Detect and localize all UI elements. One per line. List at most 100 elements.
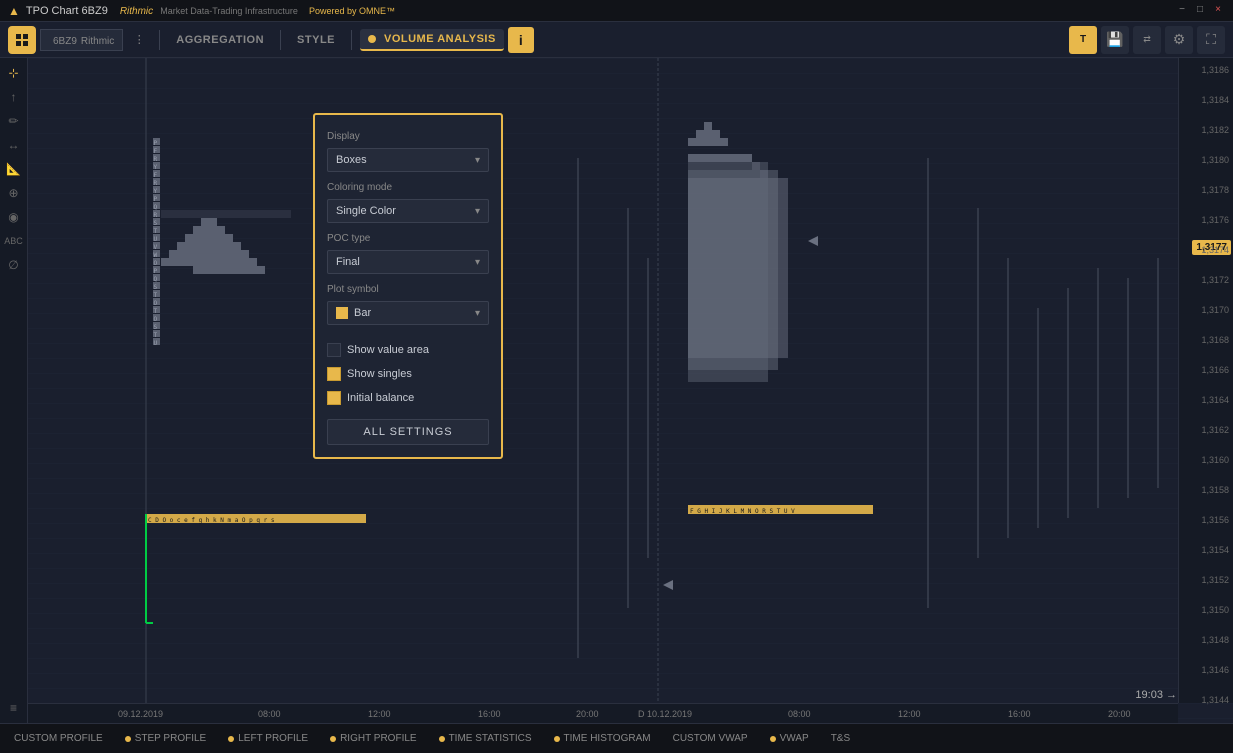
maximize-button[interactable]: □ bbox=[1193, 4, 1207, 18]
svg-text:S: S bbox=[154, 324, 158, 331]
show-singles-color[interactable] bbox=[327, 367, 341, 381]
svg-text:C D O o c e f g h k N m a O p: C D O o c e f g h k N m a O p q r s bbox=[148, 517, 275, 524]
aggregation-button[interactable]: AGGREGATION bbox=[168, 30, 272, 50]
svg-text:W: W bbox=[154, 252, 158, 259]
display-chevron: ▾ bbox=[475, 155, 480, 166]
symbol-menu-button[interactable]: ⋮ bbox=[127, 28, 151, 52]
tab-left-profile[interactable]: LEFT PROFILE bbox=[218, 725, 318, 753]
tab-time-statistics[interactable]: TIME STATISTICS bbox=[429, 725, 542, 753]
tab-custom-profile-label: CUSTOM PROFILE bbox=[14, 733, 103, 744]
price-1156: 1,3156 bbox=[1201, 515, 1229, 525]
compare-button[interactable]: ⇄ bbox=[1133, 26, 1161, 54]
settings-button[interactable]: ⚙ bbox=[1165, 26, 1193, 54]
initial-balance-color[interactable] bbox=[327, 391, 341, 405]
svg-text:F G H I J K L M N O R S T U V: F G H I J K L M N O R S T U V bbox=[690, 508, 795, 515]
bottom-tool[interactable]: ≡ bbox=[3, 697, 25, 719]
clear-tool[interactable]: ∅ bbox=[3, 254, 25, 276]
price-1168: 1,3168 bbox=[1201, 335, 1229, 345]
price-1148: 1,3148 bbox=[1201, 635, 1229, 645]
tab-ts-label: T&S bbox=[831, 733, 850, 744]
svg-text:S: S bbox=[154, 284, 158, 291]
display-label: Display bbox=[327, 131, 489, 142]
display-dropdown[interactable]: Boxes ▾ bbox=[327, 148, 489, 172]
crosshair-tool[interactable]: ↑ bbox=[3, 86, 25, 108]
show-value-area-checkbox[interactable] bbox=[327, 343, 341, 357]
left-toolbar: ⊹ ↑ ✏ ↔ 📐 ⊕ ◉ ABC ∅ ≡ bbox=[0, 58, 28, 723]
poc-dropdown[interactable]: Final ▾ bbox=[327, 250, 489, 274]
show-singles-label: Show singles bbox=[347, 368, 412, 380]
tab-ts[interactable]: T&S bbox=[821, 725, 860, 753]
price-1150: 1,3150 bbox=[1201, 605, 1229, 615]
svg-text:Y: Y bbox=[154, 188, 158, 195]
tab-step-profile[interactable]: STEP PROFILE bbox=[115, 725, 217, 753]
poc-chevron: ▾ bbox=[475, 257, 480, 268]
tab-vwap[interactable]: VWAP bbox=[760, 725, 819, 753]
minimize-button[interactable]: − bbox=[1175, 4, 1189, 18]
toolbar: 6BZ9Rithmic ⋮ AGGREGATION STYLE VOLUME A… bbox=[0, 22, 1233, 58]
cursor-tool[interactable]: ⊹ bbox=[3, 62, 25, 84]
price-1160: 1,3160 bbox=[1201, 455, 1229, 465]
svg-text:O: O bbox=[154, 300, 158, 307]
svg-text:T: T bbox=[154, 292, 158, 299]
va-settings-button[interactable]: i bbox=[508, 27, 534, 53]
time-hist-dot bbox=[554, 736, 560, 742]
initial-balance-label: Initial balance bbox=[347, 392, 414, 404]
price-1182: 1,3182 bbox=[1201, 125, 1229, 135]
coloring-dropdown[interactable]: Single Color ▾ bbox=[327, 199, 489, 223]
tab-vwap-label: VWAP bbox=[780, 733, 809, 744]
show-value-area-row: Show value area bbox=[327, 343, 489, 357]
svg-text:P: P bbox=[154, 140, 158, 147]
bottom-tabbar: CUSTOM PROFILE STEP PROFILE LEFT PROFILE… bbox=[0, 723, 1233, 753]
separator2 bbox=[280, 30, 281, 50]
time-label-0800b: 08:00 bbox=[788, 709, 811, 719]
app-logo: ▲ bbox=[8, 4, 20, 18]
vwap-dot bbox=[770, 736, 776, 742]
text-tool[interactable]: ABC bbox=[3, 230, 25, 252]
app-icon[interactable] bbox=[8, 26, 36, 54]
symbol-label: Plot symbol bbox=[327, 284, 489, 295]
chart-type-button[interactable]: T bbox=[1069, 26, 1097, 54]
settings-popup: Display Boxes ▾ Coloring mode Single Col… bbox=[313, 113, 503, 459]
price-1166: 1,3166 bbox=[1201, 365, 1229, 375]
line-tool[interactable]: ↔ bbox=[3, 134, 25, 156]
fullscreen-button[interactable]: ⛶ bbox=[1197, 26, 1225, 54]
close-button[interactable]: × bbox=[1211, 4, 1225, 18]
date-label-2: D 10.12.2019 bbox=[638, 709, 692, 719]
initial-balance-row: Initial balance bbox=[327, 391, 489, 405]
right-profile-dot bbox=[330, 736, 336, 742]
symbol-dropdown[interactable]: Bar ▾ bbox=[327, 301, 489, 325]
main-area: ⊹ ↑ ✏ ↔ 📐 ⊕ ◉ ABC ∅ ≡ bbox=[0, 58, 1233, 723]
angle-tool[interactable]: 📐 bbox=[3, 158, 25, 180]
svg-text:T: T bbox=[154, 332, 158, 339]
symbol-color-swatch bbox=[336, 307, 348, 319]
price-1164: 1,3164 bbox=[1201, 395, 1229, 405]
volume-analysis-button[interactable]: VOLUME ANALYSIS bbox=[360, 29, 504, 51]
circle-tool[interactable]: ◉ bbox=[3, 206, 25, 228]
svg-text:R: R bbox=[154, 212, 158, 219]
chart-area[interactable]: P F R Y F R Y P Q R S T U V W O P Q S T bbox=[28, 58, 1233, 723]
price-1176: 1,3176 bbox=[1201, 215, 1229, 225]
plus-tool[interactable]: ⊕ bbox=[3, 182, 25, 204]
price-axis-container: 1,3177 1,3186 1,3184 1,3182 1,3180 1,317… bbox=[1178, 58, 1233, 703]
price-1172: 1,3172 bbox=[1201, 275, 1229, 285]
draw-tool[interactable]: ✏ bbox=[3, 110, 25, 132]
all-settings-button[interactable]: ALL SETTINGS bbox=[327, 419, 489, 445]
titlebar: ▲ TPO Chart 6BZ9 Rithmic Market Data-Tra… bbox=[0, 0, 1233, 22]
save-button[interactable]: 💾 bbox=[1101, 26, 1129, 54]
svg-text:O: O bbox=[154, 260, 158, 267]
time-label-1600: 16:00 bbox=[478, 709, 501, 719]
style-button[interactable]: STYLE bbox=[289, 30, 343, 50]
price-1144: 1,3144 bbox=[1201, 695, 1229, 705]
tab-time-histogram[interactable]: TIME HISTOGRAM bbox=[544, 725, 661, 753]
time-label-1200b: 12:00 bbox=[898, 709, 921, 719]
tab-time-statistics-label: TIME STATISTICS bbox=[449, 733, 532, 744]
separator3 bbox=[351, 30, 352, 50]
price-1162: 1,3162 bbox=[1201, 425, 1229, 435]
tab-custom-profile[interactable]: CUSTOM PROFILE bbox=[4, 725, 113, 753]
coloring-chevron: ▾ bbox=[475, 206, 480, 217]
step-profile-dot bbox=[125, 736, 131, 742]
svg-text:R: R bbox=[154, 156, 158, 163]
svg-text:U: U bbox=[154, 236, 158, 243]
tab-right-profile[interactable]: RIGHT PROFILE bbox=[320, 725, 427, 753]
tab-custom-vwap[interactable]: CUSTOM VWAP bbox=[663, 725, 758, 753]
